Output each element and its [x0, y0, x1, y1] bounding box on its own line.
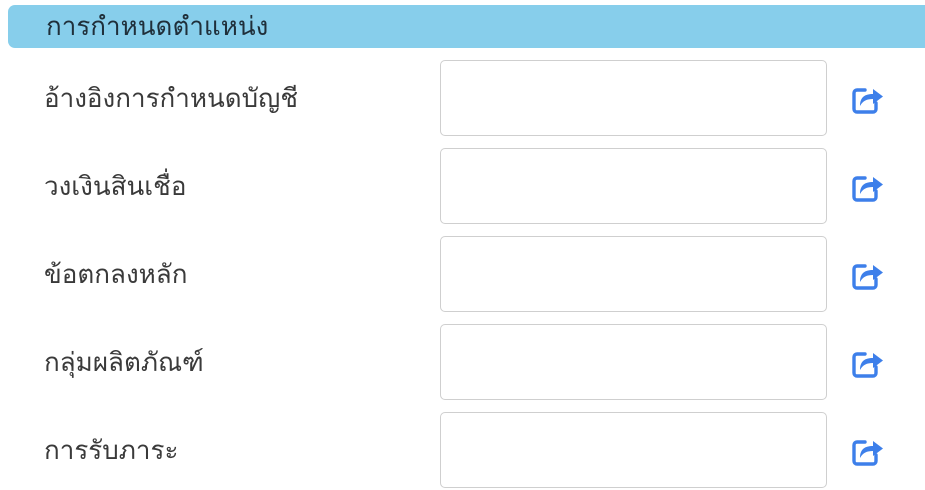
share-external-icon[interactable]: [851, 436, 885, 466]
form-row-master-agreement: ข้อตกลงหลัก: [0, 236, 925, 314]
input-master-agreement[interactable]: [440, 236, 827, 312]
section-title: การกำหนดตำแหน่ง: [46, 11, 269, 42]
input-account-reference[interactable]: [440, 60, 827, 136]
share-external-icon[interactable]: [851, 348, 885, 378]
section-header: การกำหนดตำแหน่ง: [8, 5, 925, 48]
form-row-product-group: กลุ่มผลิตภัณฑ์: [0, 324, 925, 402]
label-credit-limit: วงเงินสินเชื่อ: [44, 172, 187, 202]
form-row-obligation: การรับภาระ: [0, 412, 925, 490]
share-external-icon[interactable]: [851, 260, 885, 290]
form-row-credit-limit: วงเงินสินเชื่อ: [0, 148, 925, 226]
label-account-reference: อ้างอิงการกำหนดบัญชี: [44, 84, 298, 114]
share-external-icon[interactable]: [851, 172, 885, 202]
label-product-group: กลุ่มผลิตภัณฑ์: [44, 348, 204, 378]
label-obligation: การรับภาระ: [44, 436, 179, 466]
label-master-agreement: ข้อตกลงหลัก: [44, 260, 188, 290]
form-row-account-reference: อ้างอิงการกำหนดบัญชี: [0, 60, 925, 138]
share-external-icon[interactable]: [851, 84, 885, 114]
input-obligation[interactable]: [440, 412, 827, 488]
input-product-group[interactable]: [440, 324, 827, 400]
input-credit-limit[interactable]: [440, 148, 827, 224]
